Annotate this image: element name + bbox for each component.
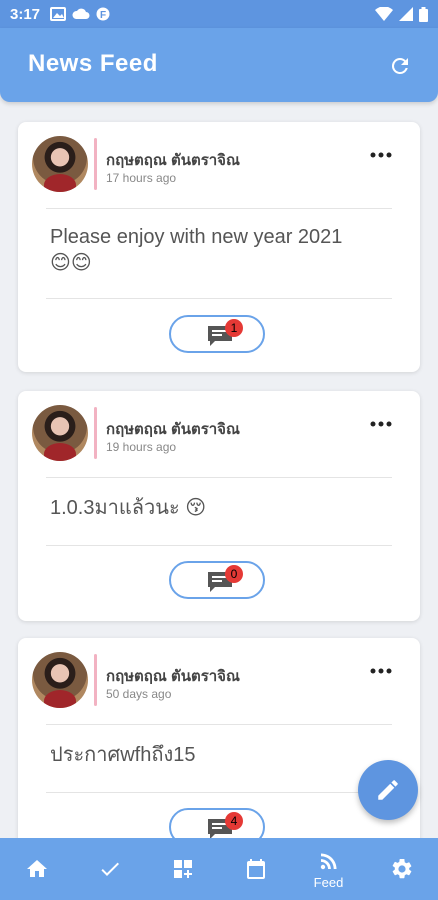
- accent-divider: [94, 654, 97, 706]
- post-author[interactable]: กฤษตฤณ ตันตราจิณ: [106, 417, 240, 441]
- more-options-icon[interactable]: [370, 421, 392, 427]
- compose-post-button[interactable]: [358, 760, 418, 820]
- battery-icon: [419, 6, 428, 22]
- post-content-line: 😊😊: [50, 252, 92, 274]
- cloud-icon: [72, 8, 90, 19]
- post-content-line: ประกาศwfhถึง15: [50, 744, 196, 766]
- accent-divider: [94, 407, 97, 459]
- settings-icon: [392, 858, 411, 879]
- accent-divider: [94, 138, 97, 190]
- more-options-icon[interactable]: [370, 152, 392, 158]
- nav-item-settings[interactable]: [365, 838, 438, 900]
- signal-icon: [399, 7, 413, 21]
- refresh-icon[interactable]: [388, 54, 412, 78]
- separator: [46, 724, 392, 725]
- avatar[interactable]: [32, 405, 88, 461]
- nav-item-dashboard[interactable]: [146, 838, 219, 900]
- comment-count-badge: 4: [225, 812, 243, 830]
- post-content-line: 1.0.3มาแล้วนะ 😚: [50, 497, 207, 519]
- comment-count-badge: 0: [225, 565, 243, 583]
- page-title: News Feed: [28, 50, 158, 77]
- avatar[interactable]: [32, 136, 88, 192]
- nav-item-tasks[interactable]: [73, 838, 146, 900]
- comment-button[interactable]: 4: [169, 808, 265, 838]
- post-time: 19 hours ago: [106, 440, 177, 454]
- bottom-navigation: Feed: [0, 838, 438, 900]
- wifi-icon: [375, 7, 393, 21]
- app-bar: News Feed: [0, 28, 438, 102]
- app-notification-icon: F: [96, 7, 110, 21]
- image-notification-icon: [50, 7, 67, 21]
- post-author[interactable]: กฤษตฤณ ตันตราจิณ: [106, 664, 240, 688]
- avatar[interactable]: [32, 652, 88, 708]
- more-options-icon[interactable]: [370, 668, 392, 674]
- separator: [46, 545, 392, 546]
- svg-text:F: F: [100, 10, 106, 21]
- nav-item-home[interactable]: [0, 838, 73, 900]
- nav-item-calendar[interactable]: [219, 838, 292, 900]
- post-time: 50 days ago: [106, 687, 172, 701]
- calendar-icon: [246, 859, 265, 879]
- separator: [46, 298, 392, 299]
- comment-count-badge: 1: [225, 319, 243, 337]
- post-card: กฤษตฤณ ตันตราจิณ 19 hours ago 1.0.3มาแล้…: [18, 391, 420, 621]
- comment-button[interactable]: 0: [169, 561, 265, 599]
- news-feed-list[interactable]: กฤษตฤณ ตันตราจิณ 17 hours ago Please enj…: [0, 102, 438, 838]
- post-content: 1.0.3มาแล้วนะ 😚: [50, 495, 206, 521]
- separator: [46, 208, 392, 209]
- rss-feed-icon: [320, 852, 337, 869]
- post-time: 17 hours ago: [106, 171, 177, 185]
- nav-label-feed: Feed: [313, 874, 344, 890]
- home-icon: [26, 860, 47, 877]
- dashboard-add-icon: [173, 860, 192, 878]
- post-content: Please enjoy with new year 2021 😊😊: [50, 224, 342, 276]
- status-time: 3:17: [10, 5, 41, 23]
- post-content-line: Please enjoy with new year 2021: [50, 226, 343, 248]
- post-card: กฤษตฤณ ตันตราจิณ 17 hours ago Please enj…: [18, 122, 420, 372]
- post-author[interactable]: กฤษตฤณ ตันตราจิณ: [106, 148, 240, 172]
- status-bar: 3:17 F: [0, 0, 438, 28]
- nav-item-feed[interactable]: Feed: [292, 838, 365, 900]
- comment-button[interactable]: 1: [169, 315, 265, 353]
- edit-pencil-icon: [378, 780, 398, 800]
- separator: [46, 477, 392, 478]
- post-content: ประกาศwfhถึง15: [50, 742, 195, 768]
- separator: [46, 792, 392, 793]
- post-card: กฤษตฤณ ตันตราจิณ 50 days ago ประกาศwfhถึ…: [18, 638, 420, 838]
- check-icon: [100, 862, 119, 876]
